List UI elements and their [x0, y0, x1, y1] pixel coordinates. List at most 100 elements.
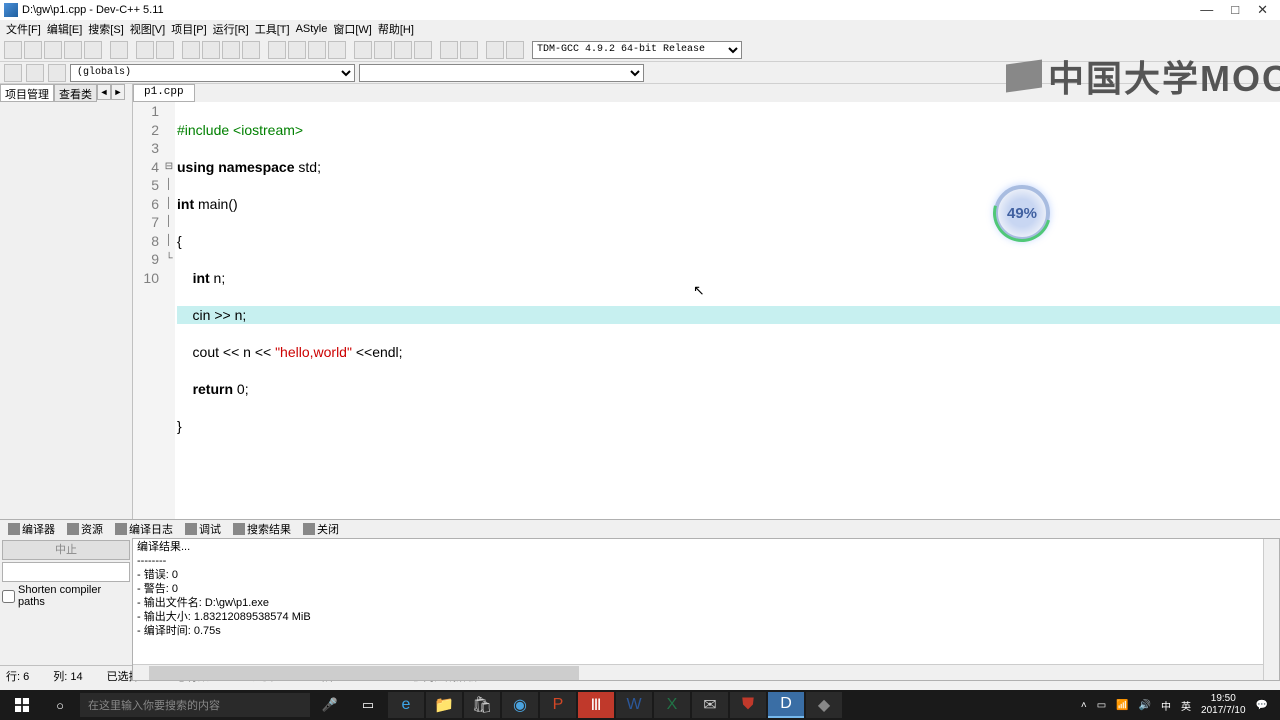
taskbar-app-excel[interactable]: X	[654, 692, 690, 718]
taskbar-app-powerpoint[interactable]: P	[540, 692, 576, 718]
taskbar-app-explorer[interactable]: 📁	[426, 692, 462, 718]
tray-notifications-icon[interactable]: 💬	[1256, 700, 1268, 711]
tray-network-icon[interactable]: 📶	[1116, 700, 1128, 711]
toolbar-btn-d[interactable]	[460, 41, 478, 59]
output-tab-search[interactable]: 搜索结果	[229, 520, 295, 538]
code-editor[interactable]: 123 456 789 10 ⊟││││└ #include <iostream…	[133, 102, 1280, 519]
start-button[interactable]	[4, 692, 40, 718]
menu-edit[interactable]: 编辑[E]	[47, 21, 82, 37]
menu-tools[interactable]: 工具[T]	[255, 21, 290, 37]
menu-project[interactable]: 项目[P]	[171, 21, 206, 37]
menu-run[interactable]: 运行[R]	[213, 21, 249, 37]
output-tab-resources[interactable]: 资源	[63, 520, 107, 538]
compile-run-button[interactable]	[308, 41, 326, 59]
shorten-paths-input[interactable]	[2, 590, 15, 603]
tray-lang2[interactable]: 英	[1181, 698, 1191, 713]
compile-log-text[interactable]: 编译结果... -------- - 错误: 0 - 警告: 0 - 输出文件名…	[132, 538, 1280, 681]
profile-analysis-button[interactable]	[506, 41, 524, 59]
menu-file[interactable]: 文件[F]	[6, 21, 41, 37]
stop-debug-button[interactable]	[374, 41, 392, 59]
close-button[interactable]: ✕	[1257, 2, 1268, 18]
rebuild-button[interactable]	[328, 41, 346, 59]
compiler-icon	[8, 523, 20, 535]
output-panel: 编译器 资源 编译日志 调试 搜索结果 关闭 中止 Shorten compil…	[0, 519, 1280, 665]
close-icon	[303, 523, 315, 535]
profile-button[interactable]	[486, 41, 504, 59]
replace-button[interactable]	[202, 41, 220, 59]
output-tab-compile-log[interactable]: 编译日志	[111, 520, 177, 538]
shorten-paths-checkbox[interactable]: Shorten compiler paths	[2, 584, 130, 608]
new-file-button[interactable]	[4, 41, 22, 59]
task-view-button[interactable]: ▭	[350, 692, 386, 718]
output-tab-compiler[interactable]: 编译器	[4, 520, 59, 538]
redo-button[interactable]	[156, 41, 174, 59]
taskbar-app-devcpp[interactable]: D	[768, 692, 804, 718]
taskbar-search[interactable]: 在这里输入你要搜索的内容	[80, 693, 310, 717]
tray-lang1[interactable]: 中	[1161, 698, 1171, 713]
stop-compile-button[interactable]: 中止	[2, 540, 130, 560]
window-title: D:\gw\p1.cpp - Dev-C++ 5.11	[22, 4, 1200, 16]
debug-button[interactable]	[354, 41, 372, 59]
taskbar-app-4[interactable]: ◆	[806, 692, 842, 718]
print-button[interactable]	[110, 41, 128, 59]
mic-icon[interactable]: 🎤	[312, 692, 348, 718]
member-select[interactable]	[359, 64, 644, 82]
resources-icon	[67, 523, 79, 535]
taskbar-app-edge[interactable]: e	[388, 692, 424, 718]
find-button[interactable]	[182, 41, 200, 59]
sidebar-tab-classes[interactable]: 查看类	[54, 84, 97, 102]
file-tab[interactable]: p1.cpp	[133, 84, 195, 102]
output-hscroll-thumb[interactable]	[149, 666, 579, 680]
output-tab-close[interactable]: 关闭	[299, 520, 343, 538]
taskbar-app-3[interactable]: ⛊	[730, 692, 766, 718]
menu-search[interactable]: 搜索[S]	[88, 21, 123, 37]
tray-volume-icon[interactable]: 🔊	[1139, 700, 1151, 711]
sidebar-tab-project[interactable]: 项目管理	[0, 84, 54, 102]
save-button[interactable]	[44, 41, 62, 59]
sidebar-scroll-right[interactable]: ►	[111, 84, 125, 100]
toolbar-btn-b[interactable]	[394, 41, 412, 59]
minimize-button[interactable]: —	[1200, 2, 1213, 18]
taskbar-app-word[interactable]: W	[616, 692, 652, 718]
tray-clock[interactable]: 19:50 2017/7/10	[1201, 693, 1246, 717]
menu-view[interactable]: 视图[V]	[130, 21, 165, 37]
undo-button[interactable]	[136, 41, 154, 59]
output-blank-button[interactable]	[2, 562, 130, 582]
save-all-button[interactable]	[64, 41, 82, 59]
status-column: 列: 14	[53, 668, 82, 684]
scope-select[interactable]: (globals)	[70, 64, 355, 82]
toolbar-btn-c[interactable]	[414, 41, 432, 59]
sidebar-scroll-left[interactable]: ◄	[97, 84, 111, 100]
progress-percent: 49%	[1007, 205, 1037, 222]
goto-bookmark-button[interactable]	[48, 64, 66, 82]
output-vscrollbar[interactable]	[1263, 539, 1279, 680]
taskbar-app-2[interactable]: Ⅲ	[578, 692, 614, 718]
taskbar-app-mail[interactable]: ✉	[692, 692, 728, 718]
editor-area: p1.cpp 123 456 789 10 ⊟││││└ #include <i…	[133, 84, 1280, 519]
insert-button[interactable]	[4, 64, 22, 82]
toolbar-btn-a[interactable]	[242, 41, 260, 59]
compiler-select[interactable]: TDM-GCC 4.9.2 64-bit Release	[532, 41, 742, 59]
cortana-button[interactable]: ○	[42, 692, 78, 718]
fold-gutter[interactable]: ⊟││││└	[163, 102, 175, 519]
compile-button[interactable]	[268, 41, 286, 59]
tray-battery-icon[interactable]: ▭	[1097, 700, 1106, 711]
taskbar-app-store[interactable]: 🛍	[464, 692, 500, 718]
output-tab-debug[interactable]: 调试	[181, 520, 225, 538]
output-hscrollbar[interactable]	[133, 664, 1263, 680]
project-sidebar: 项目管理 查看类 ◄ ►	[0, 84, 133, 519]
open-file-button[interactable]	[24, 41, 42, 59]
syntax-check-button[interactable]	[440, 41, 458, 59]
tray-chevron-icon[interactable]: ˄	[1081, 700, 1087, 711]
bookmark-button[interactable]	[26, 64, 44, 82]
maximize-button[interactable]: □	[1231, 2, 1239, 18]
status-line: 行: 6	[6, 668, 29, 684]
menu-astyle[interactable]: AStyle	[296, 23, 328, 35]
code-text[interactable]: #include <iostream> using namespace std;…	[175, 102, 1280, 519]
goto-button[interactable]	[222, 41, 240, 59]
run-button[interactable]	[288, 41, 306, 59]
menu-help[interactable]: 帮助[H]	[378, 21, 414, 37]
close-file-button[interactable]	[84, 41, 102, 59]
menu-window[interactable]: 窗口[W]	[333, 21, 372, 37]
taskbar-app-1[interactable]: ◉	[502, 692, 538, 718]
